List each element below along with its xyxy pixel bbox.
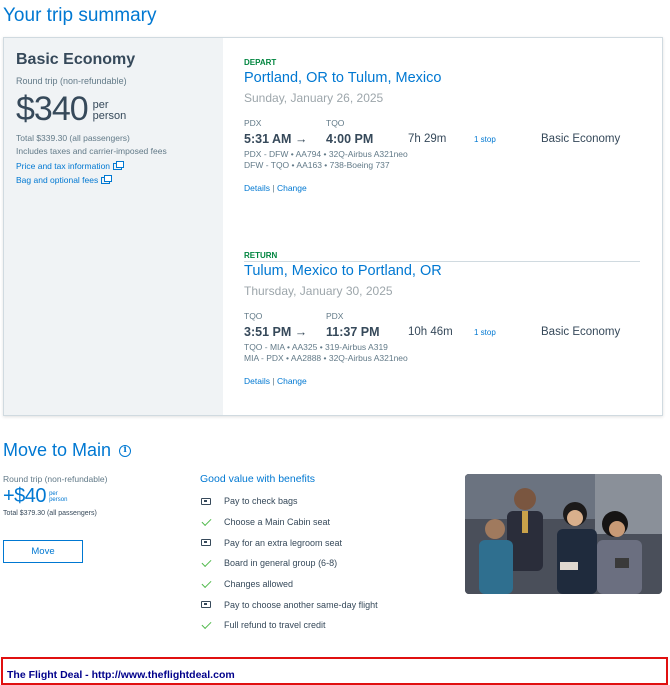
benefit-item: Pay to check bags	[200, 491, 450, 512]
passengers-photo-illustration	[465, 474, 662, 594]
external-window-icon	[113, 160, 125, 170]
flight-duration: 7h 29m	[408, 133, 447, 145]
link-separator: |	[272, 183, 275, 193]
flight-deal-link[interactable]: The Flight Deal - http://www.theflightde…	[7, 669, 235, 681]
flight-deal-banner: The Flight Deal - http://www.theflightde…	[1, 657, 668, 685]
depart-label: DEPART	[244, 58, 277, 67]
benefit-text: Pay to check bags	[224, 496, 298, 507]
person-label: person	[92, 110, 127, 122]
benefit-item: Pay to choose another same-day flight	[200, 594, 450, 615]
benefit-text: Changes allowed	[224, 579, 294, 590]
check-icon	[200, 515, 212, 528]
return-actions: Details | Change	[244, 376, 644, 386]
flight-leg: PDX - DFW • AA794 • 32Q-Airbus A321neo	[244, 149, 408, 159]
bag-fees-link[interactable]: Bag and optional fees	[16, 174, 211, 185]
arrival-time: 4:00 PM	[326, 132, 374, 146]
departure-time: 5:31 AM →	[244, 132, 308, 146]
depart-actions: Details | Change	[244, 183, 644, 193]
fare-subtitle: Round trip (non-refundable)	[16, 76, 127, 86]
per-person-label: per person	[93, 100, 127, 122]
departure-time: 3:51 PM →	[244, 325, 308, 339]
cabin-class: Basic Economy	[541, 133, 621, 145]
return-segment: RETURN Tulum, Mexico to Portland, OR Thu…	[244, 251, 644, 386]
origin-code: TQO	[244, 311, 263, 321]
fees-note: Includes taxes and carrier-imposed fees	[16, 146, 167, 156]
benefit-text: Full refund to travel credit	[224, 620, 326, 631]
depart-airport-codes: PDX TQO	[244, 118, 644, 128]
price-tax-link[interactable]: Price and tax information	[16, 160, 211, 171]
details-link[interactable]: Details	[244, 183, 270, 193]
move-price: +$40	[3, 485, 47, 507]
destination-code: PDX	[326, 311, 344, 321]
fare-price-row: $340 per person	[16, 92, 211, 126]
details-link[interactable]: Details	[244, 376, 270, 386]
bag-fees-link-label: Bag and optional fees	[16, 175, 99, 185]
return-label: RETURN	[244, 251, 278, 260]
price-tax-link-label: Price and tax information	[16, 161, 111, 171]
move-price-row: +$40 per person	[3, 486, 183, 506]
move-to-main-heading: Move to Main	[3, 440, 112, 460]
arrival-time: 11:37 PM	[326, 325, 380, 339]
flight-leg: DFW - TQO • AA163 • 738-Boeing 737	[244, 160, 390, 170]
flight-leg: TQO - MIA • AA325 • 319-Airbus A319	[244, 342, 388, 352]
stops-link[interactable]: 1 stop	[474, 328, 541, 337]
benefits-panel: Good value with benefits Pay to check ba…	[200, 473, 450, 636]
return-airport-codes: TQO PDX	[244, 311, 644, 321]
benefits-title: Good value with benefits	[200, 473, 315, 485]
move-per-person-label: per person	[49, 491, 67, 503]
external-window-icon	[101, 174, 113, 184]
person-label: person	[49, 497, 68, 503]
depart-date: Sunday, January 26, 2025	[244, 91, 384, 105]
passengers-photo	[465, 474, 662, 594]
return-date: Thursday, January 30, 2025	[244, 284, 393, 298]
check-icon	[200, 577, 212, 590]
return-route: Tulum, Mexico to Portland, OR	[244, 263, 442, 279]
fare-name: Basic Economy	[16, 51, 136, 68]
benefit-text: Choose a Main Cabin seat	[224, 517, 331, 528]
fare-price: $340	[16, 90, 89, 128]
flight-duration: 10h 46m	[408, 326, 453, 338]
origin-code: PDX	[244, 118, 262, 128]
benefit-item: Choose a Main Cabin seat	[200, 512, 450, 533]
change-link[interactable]: Change	[277, 183, 307, 193]
benefit-item: Full refund to travel credit	[200, 615, 450, 636]
cabin-class: Basic Economy	[541, 326, 621, 338]
depart-route: Portland, OR to Tulum, Mexico	[244, 70, 442, 86]
benefit-item: Pay for an extra legroom seat	[200, 532, 450, 553]
bag-icon	[200, 495, 212, 507]
bag-icon	[200, 599, 212, 611]
change-link[interactable]: Change	[277, 376, 307, 386]
move-total: Total $379.30 (all passengers)	[3, 510, 97, 517]
return-times-row: 3:51 PM → 11:37 PM 10h 46m 1 stop Basic …	[244, 325, 644, 339]
move-to-main-title: Move to Main i	[3, 440, 132, 461]
info-icon[interactable]: i	[119, 444, 132, 457]
bag-icon	[200, 537, 212, 549]
destination-code: TQO	[326, 118, 345, 128]
link-separator: |	[272, 376, 275, 386]
move-button[interactable]: Move	[3, 540, 83, 563]
fare-summary-panel: Basic Economy Round trip (non-refundable…	[4, 38, 223, 415]
page-title: Your trip summary	[3, 5, 157, 26]
benefit-item: Board in general group (6-8)	[200, 553, 450, 574]
depart-times-row: 5:31 AM → 4:00 PM 7h 29m 1 stop Basic Ec…	[244, 132, 644, 146]
benefit-text: Pay to choose another same-day flight	[224, 599, 378, 610]
flight-leg: MIA - PDX • AA2888 • 32Q-Airbus A321neo	[244, 353, 408, 363]
move-to-main-price-panel: Round trip (non-refundable) +$40 per per…	[3, 474, 183, 563]
check-icon	[200, 619, 212, 631]
fare-total: Total $339.30 (all passengers)	[16, 133, 130, 143]
stops-link[interactable]: 1 stop	[474, 135, 541, 144]
check-icon	[200, 557, 212, 569]
benefits-list: Pay to check bags Choose a Main Cabin sea…	[200, 491, 450, 636]
benefit-text: Pay for an extra legroom seat	[224, 537, 343, 548]
move-subtitle: Round trip (non-refundable)	[3, 474, 108, 484]
depart-segment: DEPART Portland, OR to Tulum, Mexico Sun…	[244, 58, 644, 193]
benefit-text: Board in general group (6-8)	[224, 558, 338, 569]
trip-summary-card: Basic Economy Round trip (non-refundable…	[3, 37, 663, 416]
benefit-item: Changes allowed	[200, 574, 450, 595]
